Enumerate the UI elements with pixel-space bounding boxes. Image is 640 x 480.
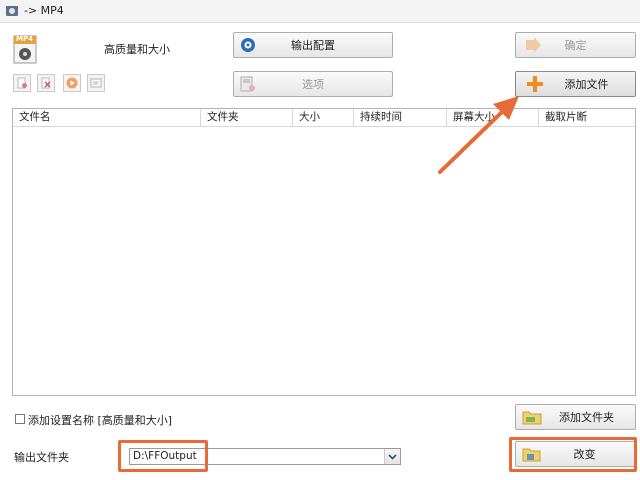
info-icon <box>90 78 102 88</box>
output-folder-highlight <box>118 440 208 472</box>
mp4-format-icon: MP4 <box>13 35 39 65</box>
remove-file-icon <box>17 77 27 89</box>
mp4-badge-text: MP4 <box>16 35 33 43</box>
options-label: 选项 <box>302 78 324 91</box>
add-profile-name-checkbox[interactable] <box>15 414 25 424</box>
column-header-size[interactable]: 大小 <box>293 109 354 126</box>
output-config-label: 输出配置 <box>291 39 335 52</box>
window-title: -> MP4 <box>24 4 64 17</box>
delete-button[interactable] <box>37 74 55 92</box>
play-icon <box>66 77 78 89</box>
column-header-screen-size[interactable]: 屏幕大小 <box>447 109 539 126</box>
dropdown-arrow[interactable] <box>384 449 400 464</box>
output-config-button[interactable]: 输出配置 <box>233 32 393 58</box>
conversion-window: -> MP4 MP4 高质量和大小 输出配置 确定 选项 添加文件 文件名 文件… <box>0 0 640 480</box>
add-file-label: 添加文件 <box>564 78 609 91</box>
add-file-button[interactable]: 添加文件 <box>515 71 636 97</box>
column-header-folder[interactable]: 文件夹 <box>201 109 293 126</box>
ok-button[interactable]: 确定 <box>515 32 636 58</box>
app-icon <box>6 6 18 16</box>
title-bar: -> MP4 <box>0 0 640 23</box>
remove-file-button[interactable] <box>13 74 31 92</box>
info-button[interactable] <box>87 74 105 92</box>
add-folder-button[interactable]: 添加文件夹 <box>515 404 636 430</box>
change-button-highlight <box>509 437 637 472</box>
delete-icon <box>41 77 51 89</box>
ok-label: 确定 <box>564 39 587 52</box>
column-header-filename[interactable]: 文件名 <box>13 109 201 126</box>
file-list-table[interactable]: 文件名 文件夹 大小 持续时间 屏幕大小 截取片断 <box>12 108 636 396</box>
column-header-duration[interactable]: 持续时间 <box>354 109 447 126</box>
chevron-down-icon <box>388 454 397 460</box>
add-folder-label: 添加文件夹 <box>559 411 614 424</box>
options-button[interactable]: 选项 <box>233 71 393 97</box>
table-header: 文件名 文件夹 大小 持续时间 屏幕大小 截取片断 <box>13 109 635 127</box>
output-folder-label: 输出文件夹 <box>14 451 69 464</box>
profile-label: 高质量和大小 <box>104 43 170 56</box>
play-button[interactable] <box>63 74 81 92</box>
add-profile-name-label: 添加设置名称 [高质量和大小] <box>28 414 173 427</box>
column-header-clip[interactable]: 截取片断 <box>539 109 635 126</box>
